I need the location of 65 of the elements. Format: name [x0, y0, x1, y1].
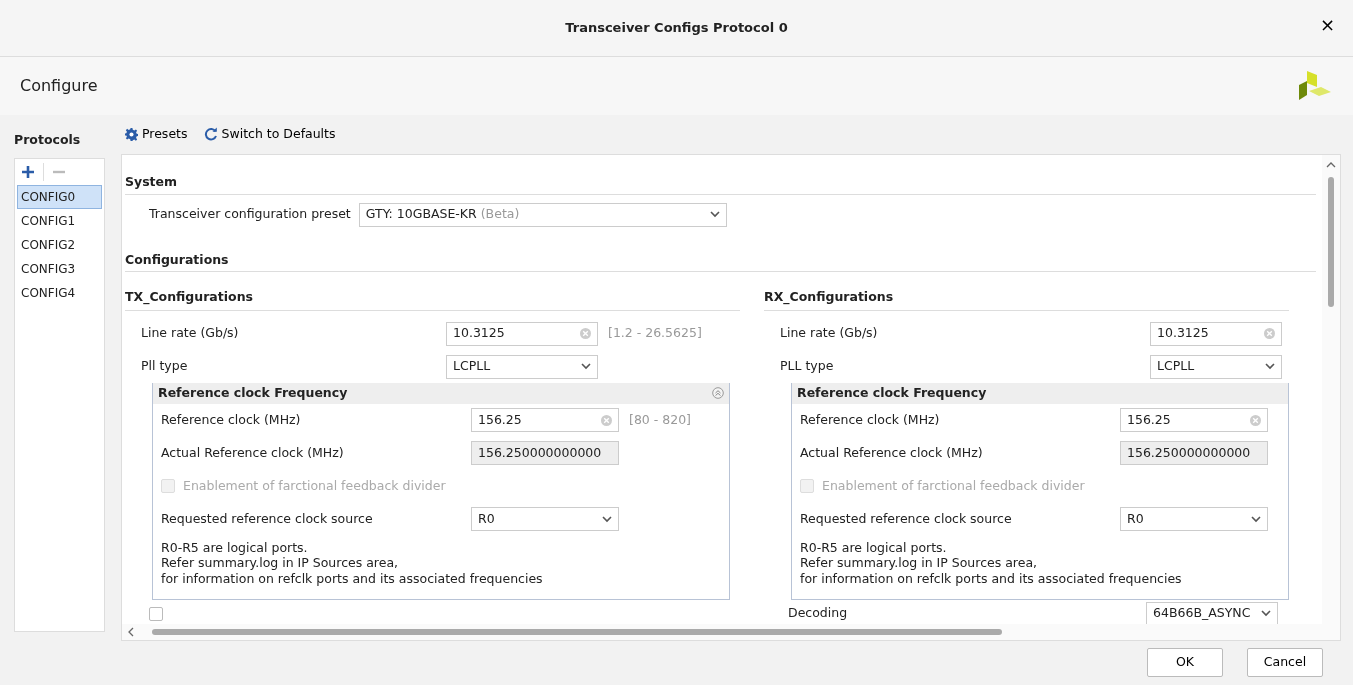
protocol-item[interactable]: CONFIG4 — [17, 280, 102, 305]
dropdown[interactable]: R0 — [471, 507, 619, 532]
field-label: Actual Reference clock (MHz) — [800, 443, 984, 462]
protocol-item[interactable]: CONFIG1 — [17, 208, 102, 233]
page-title: Configure — [20, 75, 98, 97]
input-field[interactable]: 10.3125 — [1150, 321, 1282, 346]
readonly-field: 156.250000000000 — [1120, 441, 1268, 466]
logo-icon — [1297, 69, 1333, 103]
clear-icon — [601, 414, 612, 426]
range-text: [80 - 820] — [629, 410, 691, 429]
gear-icon — [125, 127, 138, 141]
help-text: R0-R5 are logical ports. Refer summary.log in IP Sources area, for information on refclk ports and its associated frequencies — [161, 538, 543, 588]
panel-title: Protocols — [14, 131, 82, 149]
checkbox-label: Enablement of farctional feedback divider — [183, 476, 446, 495]
dropdown[interactable]: R0 — [1120, 507, 1268, 532]
checkbox-label: Enablement of farctional feedback divider — [822, 476, 1085, 495]
readonly-field: 156.250000000000 — [471, 441, 619, 466]
field-label: Transceiver configuration preset — [149, 205, 351, 224]
field-label: Requested reference clock source — [161, 509, 374, 528]
chevron-down-icon — [1251, 515, 1261, 523]
protocol-item[interactable]: CONFIG2 — [17, 232, 102, 257]
chevron-down-icon — [1261, 610, 1271, 618]
group-title: Reference clock Frequency — [158, 384, 348, 402]
field-label: Reference clock (MHz) — [161, 410, 302, 429]
toolbar-button[interactable]: Switch to Defaults — [199, 125, 340, 144]
refresh-icon — [203, 127, 218, 142]
column-title: TX_Configurations — [125, 288, 740, 311]
chevron-down-icon — [1265, 363, 1275, 370]
field-label: Actual Reference clock (MHz) — [161, 443, 345, 462]
close-button[interactable]: × — [1315, 16, 1339, 34]
field-label: Pll type — [141, 357, 189, 376]
protocol-item[interactable]: CONFIG0 — [17, 184, 102, 209]
range-text: [1.2 - 26.5625] — [608, 324, 702, 343]
toolbar-button[interactable]: Presets — [121, 125, 192, 144]
dialog-button[interactable]: Cancel — [1247, 648, 1323, 678]
dropdown[interactable]: LCPLL — [1150, 354, 1282, 379]
group-title: Reference clock Frequency — [797, 384, 987, 402]
field-label: Requested reference clock source — [800, 509, 1013, 528]
preset-dropdown[interactable]: GTY: 10GBASE-KR (Beta) — [358, 202, 727, 227]
checkbox[interactable] — [149, 606, 163, 621]
protocol-item[interactable]: CONFIG3 — [17, 256, 102, 281]
clear-icon — [1250, 414, 1261, 426]
dropdown[interactable]: 64B66B_ASYNC — [1146, 601, 1278, 626]
section-title: Configurations — [125, 250, 1316, 273]
help-text: R0-R5 are logical ports. Refer summary.log in IP Sources area, for information on refclk ports and its associated frequencies — [800, 538, 1182, 588]
clear-icon — [580, 328, 591, 339]
input-field[interactable]: 156.25 — [471, 408, 619, 433]
window-title: Transceiver Configs Protocol 0 — [565, 19, 788, 38]
chevron-down-icon — [581, 363, 591, 370]
dialog-button[interactable]: OK — [1147, 648, 1223, 678]
section-title: System — [125, 172, 1316, 195]
field-label: Line rate (Gb/s) — [141, 324, 240, 343]
collapse-icon — [712, 387, 724, 400]
chevron-down-icon — [709, 211, 720, 218]
column-title: RX_Configurations — [764, 288, 1289, 311]
dropdown[interactable]: LCPLL — [446, 354, 598, 379]
field-label: Decoding — [788, 604, 849, 623]
field-label: Line rate (Gb/s) — [780, 324, 879, 343]
input-field[interactable]: 156.25 — [1120, 408, 1268, 433]
input-field[interactable]: 10.3125 — [446, 321, 598, 346]
chevron-down-icon — [602, 515, 612, 523]
field-label: Reference clock (MHz) — [800, 410, 941, 429]
field-label: PLL type — [780, 357, 835, 376]
clear-icon — [1264, 328, 1275, 339]
add-icon[interactable] — [21, 164, 35, 179]
